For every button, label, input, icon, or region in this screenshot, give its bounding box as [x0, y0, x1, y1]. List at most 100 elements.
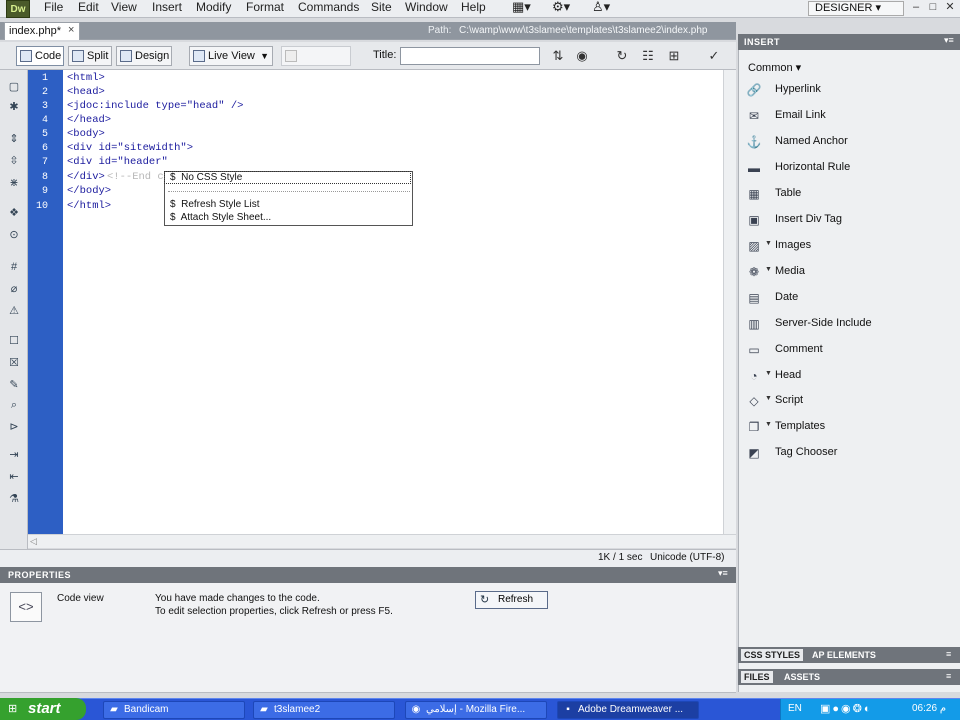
vertical-scrollbar[interactable] [723, 70, 736, 534]
code-line[interactable]: </div> [67, 171, 105, 183]
horizontal-scrollbar[interactable] [28, 534, 736, 548]
select-parent-tag-icon[interactable]: ❖ [6, 206, 22, 220]
code-line[interactable]: </head> [67, 114, 111, 126]
recent-snippets-icon[interactable]: ⌕ [6, 398, 22, 412]
insert-hyperlink[interactable]: 🔗 Hyperlink [746, 81, 946, 99]
menu-help[interactable]: Help [461, 0, 486, 18]
code-line[interactable]: <div id="sitewidth"> [67, 142, 193, 154]
code-line[interactable]: <html> [67, 72, 105, 84]
close-button[interactable]: ✕ [942, 1, 958, 16]
menu-edit[interactable]: Edit [78, 0, 99, 18]
outdent-code-icon[interactable]: ⇤ [6, 470, 22, 484]
code-line[interactable]: </html> [67, 200, 111, 212]
insert-server-side-include[interactable]: ▥ Server-Side Include [746, 315, 946, 333]
move-css-icon[interactable]: ⊳ [6, 420, 22, 434]
title-input[interactable] [400, 47, 540, 65]
collapse-full-tag-icon[interactable]: ⇕ [6, 132, 22, 146]
extend-gear-icon[interactable]: ⚙▾ [552, 0, 570, 18]
apply-comment-icon[interactable]: ☐ [6, 334, 22, 348]
tab-css-styles[interactable]: CSS STYLES [741, 649, 804, 661]
menu-window[interactable]: Window [405, 0, 448, 18]
insert-category-select[interactable]: Common ▾ [748, 61, 801, 74]
menu-modify[interactable]: Modify [196, 0, 231, 18]
syntax-error-alerts-icon[interactable]: ⚠ [6, 304, 22, 318]
insert-script[interactable]: ◇ ▼ Script [746, 392, 946, 410]
insert-div-tag[interactable]: ▣ Insert Div Tag [746, 211, 946, 229]
popup-item-no-css-style[interactable]: $ No CSS Style [164, 171, 411, 184]
code-line[interactable]: <jdoc:include type="head" /> [67, 100, 243, 112]
insert-comment[interactable]: ▭ Comment [746, 341, 946, 359]
code-line[interactable]: </body> [67, 185, 111, 197]
taskbar-item-folder[interactable]: ▰ t3slamee2 [253, 701, 395, 719]
site-person-icon[interactable]: ♙▾ [592, 0, 610, 18]
insert-tag-chooser[interactable]: ◩ Tag Chooser [746, 444, 946, 462]
insert-date[interactable]: ▤ Date [746, 289, 946, 307]
menu-format[interactable]: Format [246, 0, 284, 18]
code-comment[interactable]: <!--End c [107, 171, 164, 183]
menu-site[interactable]: Site [371, 0, 392, 18]
split-view-button[interactable]: Split [68, 46, 112, 66]
refresh-design-icon[interactable]: ↻ [614, 48, 630, 64]
insert-table[interactable]: ▦ Table [746, 185, 946, 203]
insert-templates[interactable]: ❐ ▼ Templates [746, 418, 946, 436]
wrap-tag-icon[interactable]: ✎ [6, 378, 22, 392]
insert-email-link[interactable]: ✉ Email Link [746, 107, 946, 125]
insert-named-anchor[interactable]: ⚓ Named Anchor [746, 133, 946, 151]
folder-icon: ▰ [110, 704, 118, 715]
properties-panel-header[interactable] [0, 567, 736, 583]
menu-insert[interactable]: Insert [152, 0, 182, 18]
expand-all-icon[interactable]: ⋇ [6, 176, 22, 190]
view-options-icon[interactable]: ☷ [640, 48, 656, 64]
code-line[interactable]: <head> [67, 86, 105, 98]
line-numbers-icon[interactable]: # [6, 260, 22, 274]
layout-icon[interactable]: ▦▾ [512, 0, 531, 18]
highlight-invalid-code-icon[interactable]: ⌀ [6, 282, 22, 296]
taskbar-item-bandicam[interactable]: ▰ Bandicam [103, 701, 245, 719]
panel-options-icon[interactable]: ▾≡ [944, 35, 954, 46]
insert-horizontal-rule[interactable]: ▬ Horizontal Rule [746, 159, 946, 177]
code-editor[interactable] [63, 70, 723, 534]
live-view-icon [193, 50, 205, 62]
tab-close-icon[interactable]: × [68, 23, 78, 37]
code-line[interactable]: <body> [67, 128, 105, 140]
chevron-down-icon: ▼ [260, 51, 269, 61]
remove-comment-icon[interactable]: ☒ [6, 356, 22, 370]
file-management-icon[interactable]: ⇅ [550, 48, 566, 64]
tab-assets[interactable]: ASSETS [784, 672, 820, 682]
minimize-button[interactable]: – [908, 1, 924, 16]
calendar-icon: ▤ [748, 291, 760, 305]
visual-aids-icon[interactable]: ⊞ [666, 48, 682, 64]
validate-markup-icon[interactable]: ✓ [706, 48, 722, 64]
tab-files[interactable]: FILES [741, 671, 773, 683]
popup-item-refresh-style-list[interactable]: $ Refresh Style List [170, 199, 260, 210]
tab-ap-elements[interactable]: AP ELEMENTS [812, 650, 876, 660]
insert-media[interactable]: ❁ ▼ Media [746, 263, 946, 281]
taskbar-item-firefox[interactable]: ◉ إسلامي - Mozilla Fire... [405, 701, 547, 719]
tray-icons[interactable]: ▣●◉❂◐ [820, 702, 873, 715]
maximize-button[interactable]: □ [925, 1, 941, 16]
code-view-button[interactable]: Code [16, 46, 64, 66]
code-line[interactable]: <div id="header" [67, 156, 168, 168]
menu-view[interactable]: View [111, 0, 137, 18]
insert-head[interactable]: ◔ ▼ Head [746, 367, 946, 385]
collapse-selection-icon[interactable]: ⇳ [6, 154, 22, 168]
popup-item-attach-style-sheet[interactable]: $ Attach Style Sheet... [170, 212, 271, 223]
taskbar-item-dreamweaver[interactable]: ▪ Adobe Dreamweaver ... [557, 701, 699, 719]
balance-braces-icon[interactable]: ⊙ [6, 228, 22, 242]
design-view-button[interactable]: Design [116, 46, 172, 66]
indent-code-icon[interactable]: ⇥ [6, 448, 22, 462]
panel-options-icon[interactable]: ≡ [946, 649, 951, 659]
scroll-left-icon[interactable]: ◁ [30, 536, 42, 546]
insert-images[interactable]: ▨ ▼ Images [746, 237, 946, 255]
format-source-icon[interactable]: ⚗ [6, 492, 22, 506]
preview-browser-icon[interactable]: ◉ [574, 48, 590, 64]
menu-file[interactable]: File [44, 0, 63, 18]
panel-options-icon[interactable]: ≡ [946, 671, 951, 681]
workspace-switcher[interactable]: DESIGNER ▾ [808, 1, 904, 16]
open-documents-icon[interactable]: ▢ [6, 80, 22, 94]
show-code-navigator-icon[interactable]: ✱ [6, 100, 22, 114]
language-indicator[interactable]: EN [788, 703, 802, 714]
menu-commands[interactable]: Commands [298, 0, 359, 18]
live-view-button[interactable]: Live View ▼ [189, 46, 273, 66]
panel-options-icon[interactable]: ▾≡ [718, 568, 728, 579]
